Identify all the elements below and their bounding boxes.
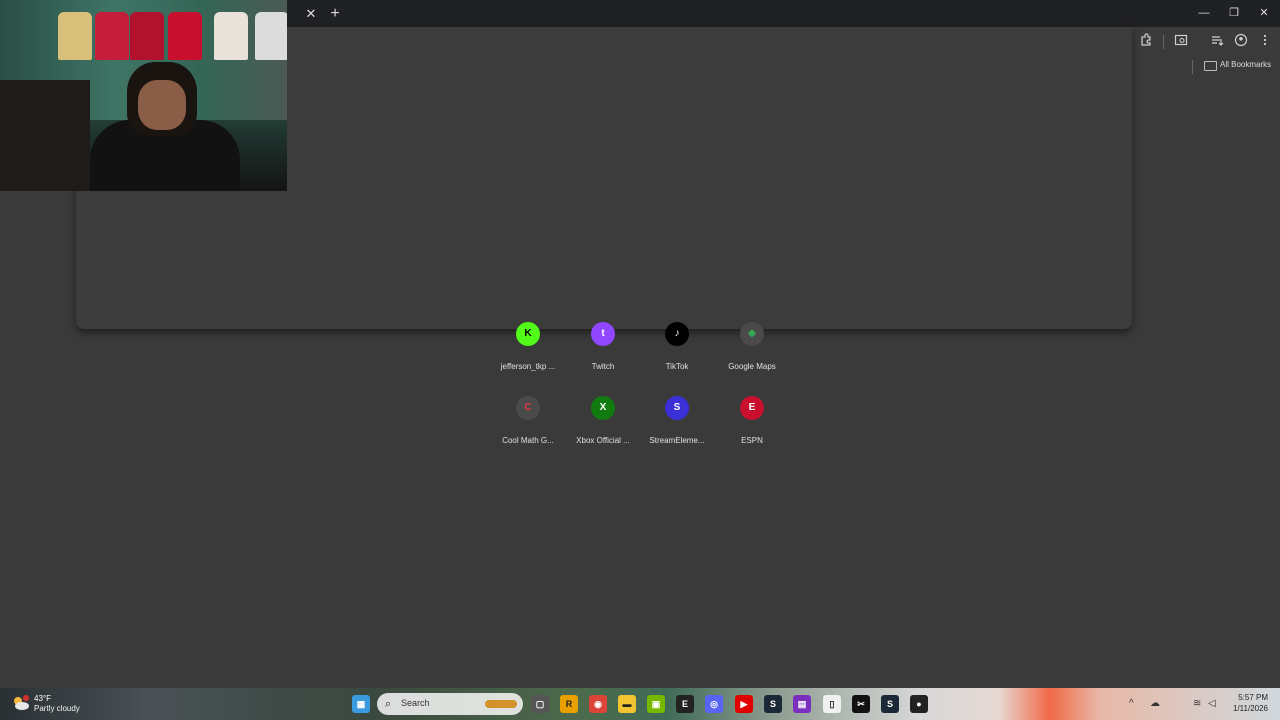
kick-icon: K bbox=[516, 322, 540, 346]
rockstar-icon[interactable]: R bbox=[560, 695, 578, 713]
minimize-button[interactable]: — bbox=[1191, 4, 1217, 22]
widgets-icon[interactable]: ▦ bbox=[352, 695, 370, 713]
taskbar-search[interactable]: ⌕ Search bbox=[377, 693, 523, 715]
steam-icon[interactable]: S bbox=[764, 695, 782, 713]
shortcut-label: ESPN bbox=[741, 436, 763, 445]
file-explorer-icon[interactable]: ▬ bbox=[618, 695, 636, 713]
shortcut-tile[interactable]: E ESPN bbox=[714, 396, 790, 464]
weather-temperature: 43°F bbox=[34, 694, 51, 703]
weather-condition: Partly cloudy bbox=[34, 704, 80, 713]
volume-icon[interactable]: ◁ bbox=[1208, 697, 1216, 711]
shortcut-label: Cool Math G... bbox=[502, 436, 554, 445]
shortcut-label: StreamEleme... bbox=[649, 436, 705, 445]
notepad-icon[interactable]: ▯ bbox=[823, 695, 841, 713]
all-bookmarks-link[interactable]: All Bookmarks bbox=[1220, 60, 1271, 69]
close-window-button[interactable]: ✕ bbox=[1251, 4, 1277, 22]
shortcut-tile[interactable]: ◆ Google Maps bbox=[714, 322, 790, 390]
reading-list-icon[interactable] bbox=[1208, 33, 1226, 51]
shortcut-tile[interactable]: t Twitch bbox=[565, 322, 641, 390]
profile-icon[interactable] bbox=[1232, 33, 1250, 51]
new-tab-button[interactable]: + bbox=[326, 5, 344, 23]
bookmarks-divider bbox=[1192, 60, 1193, 74]
show-hidden-icons-icon[interactable]: ^ bbox=[1129, 697, 1134, 711]
folder-icon bbox=[1204, 61, 1217, 71]
close-tab-button[interactable]: ✕ bbox=[303, 6, 319, 22]
extensions-icon[interactable] bbox=[1137, 33, 1155, 51]
shortcut-tile[interactable]: Kjefferson_tkp ... bbox=[490, 322, 566, 390]
clock-time: 5:57 PM bbox=[1238, 693, 1268, 702]
shortcut-label: jefferson_tkp ... bbox=[500, 362, 556, 371]
video-editor-icon[interactable]: ▤ bbox=[793, 695, 811, 713]
obs-icon[interactable]: ● bbox=[910, 695, 928, 713]
search-placeholder: Search bbox=[401, 698, 430, 708]
search-highlight-icon bbox=[485, 700, 517, 708]
streamelements-icon: S bbox=[665, 396, 689, 420]
tab-search-icon[interactable] bbox=[1172, 33, 1190, 51]
discord-icon[interactable]: ◎ bbox=[705, 695, 723, 713]
youtube-icon[interactable]: ▶ bbox=[735, 695, 753, 713]
google-maps-icon: ◆ bbox=[740, 322, 764, 346]
shortcut-label: Xbox Official ... bbox=[576, 436, 630, 445]
chrome-icon[interactable]: ◉ bbox=[589, 695, 607, 713]
epic-games-icon[interactable]: E bbox=[676, 695, 694, 713]
task-view-icon[interactable]: ▢ bbox=[531, 695, 549, 713]
shortcut-label: Twitch bbox=[591, 362, 615, 371]
shortcut-tile[interactable]: ♪ TikTok bbox=[639, 322, 715, 390]
capcut-icon[interactable]: ✂ bbox=[852, 695, 870, 713]
search-icon: ⌕ bbox=[385, 698, 392, 710]
xbox-icon: X bbox=[591, 396, 615, 420]
taskbar-clock[interactable]: 5:57 PM 1/11/2026 bbox=[1228, 692, 1268, 714]
twitch-icon: t bbox=[591, 322, 615, 346]
shortcut-label: TikTok bbox=[665, 362, 689, 371]
coolmath-icon: C bbox=[516, 396, 540, 420]
shortcut-tile[interactable]: C Cool Math G... bbox=[490, 396, 566, 464]
weather-widget[interactable]: 43°F Partly cloudy bbox=[12, 693, 82, 715]
clock-date: 1/11/2026 bbox=[1233, 704, 1268, 713]
nvidia-icon[interactable]: ▣ bbox=[647, 695, 665, 713]
shortcut-tile[interactable]: X Xbox Official ... bbox=[565, 396, 641, 464]
wifi-icon[interactable]: ≋ bbox=[1193, 697, 1201, 711]
restore-button[interactable]: ❐ bbox=[1221, 4, 1247, 22]
webcam-overlay bbox=[0, 0, 287, 191]
menu-icon[interactable] bbox=[1256, 33, 1274, 51]
shortcut-tile[interactable]: S StreamEleme... bbox=[639, 396, 715, 464]
tiktok-icon: ♪ bbox=[665, 322, 689, 346]
weather-icon bbox=[12, 695, 30, 711]
shortcut-label: Google Maps bbox=[728, 362, 776, 371]
onedrive-icon[interactable]: ☁ bbox=[1150, 697, 1160, 711]
toolbar-divider bbox=[1163, 35, 1164, 49]
espn-icon: E bbox=[740, 396, 764, 420]
taskbar: 43°F Partly cloudy ⌕ Search ▦ ▢ R ◉ ▬ ▣ E ◎ ▶ S ▤ ▯… bbox=[0, 688, 1280, 720]
steam-2-icon[interactable]: S bbox=[881, 695, 899, 713]
